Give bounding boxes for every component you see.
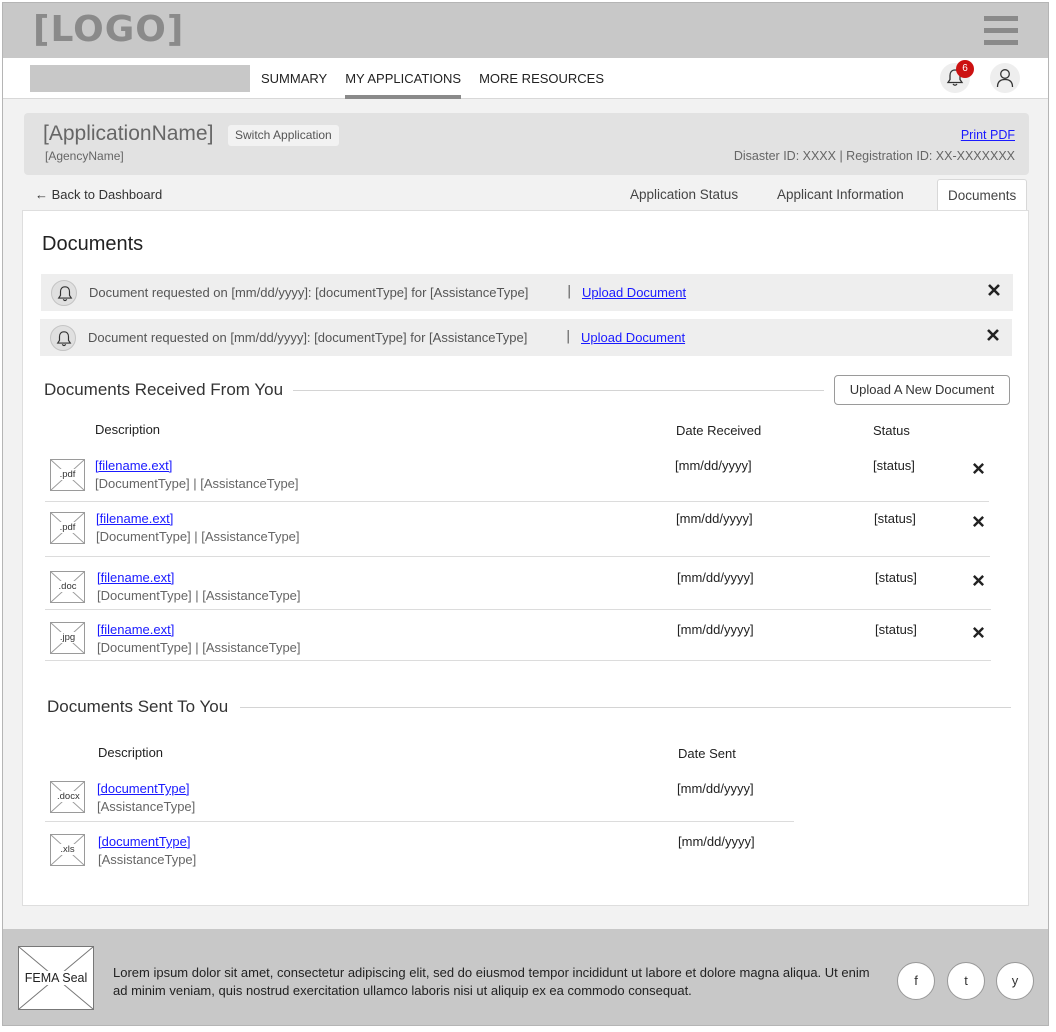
tab-applicant-information[interactable]: Applicant Information <box>777 187 904 202</box>
application-header: [ApplicationName] Switch Application [Ag… <box>24 113 1029 175</box>
delete-icon[interactable] <box>972 624 985 643</box>
filename-link[interactable]: [filename.ext] <box>97 622 174 637</box>
document-row: .pdf [filename.ext] [DocumentType] | [As… <box>45 510 990 557</box>
top-bar: [LOGO] <box>3 3 1048 58</box>
column-header-description: Description <box>98 745 164 760</box>
seal-label: FEMA Seal <box>23 971 89 985</box>
bell-icon <box>51 280 77 306</box>
page-title: Documents <box>42 233 144 255</box>
document-request-alert: Document requested on [mm/dd/yyyy]: [doc… <box>40 319 1012 356</box>
user-icon <box>996 69 1014 88</box>
date-received: [mm/dd/yyyy] <box>675 458 752 473</box>
search-placeholder[interactable] <box>30 65 250 92</box>
close-icon[interactable] <box>987 282 1001 301</box>
alert-message: Document requested on [mm/dd/yyyy]: [doc… <box>88 330 528 345</box>
page-frame: [LOGO] SUMMARY MY APPLICATIONS MORE RESO… <box>2 2 1049 1026</box>
user-account-button[interactable] <box>990 63 1020 93</box>
file-thumbnail-icon: .xls <box>50 834 85 866</box>
section-divider <box>293 390 824 391</box>
filename-link[interactable]: [filename.ext] <box>96 511 173 526</box>
received-section-title: Documents Received From You <box>44 380 284 399</box>
notification-count-badge: 6 <box>956 60 974 78</box>
date-received: [mm/dd/yyyy] <box>676 511 753 526</box>
document-row: .doc [filename.ext] [DocumentType] | [As… <box>45 569 991 610</box>
column-header-date-sent: Date Sent <box>678 746 736 761</box>
file-extension: .jpg <box>57 632 78 643</box>
disaster-registration-ids: Disaster ID: XXXX | Registration ID: XX-… <box>733 149 1015 163</box>
file-thumbnail-icon: .jpg <box>50 622 85 654</box>
date-sent: [mm/dd/yyyy] <box>677 781 754 796</box>
document-row: .jpg [filename.ext] [DocumentType] | [As… <box>45 621 991 661</box>
delete-icon[interactable] <box>972 460 985 479</box>
tab-application-status[interactable]: Application Status <box>630 187 738 202</box>
document-row: .pdf [filename.ext] [DocumentType] | [As… <box>45 457 989 502</box>
switch-application-button[interactable]: Switch Application <box>228 125 339 146</box>
nav-summary[interactable]: SUMMARY <box>261 58 336 99</box>
upload-document-link[interactable]: Upload Document <box>582 285 686 300</box>
file-extension: .xls <box>57 844 78 855</box>
date-received: [mm/dd/yyyy] <box>677 622 754 637</box>
document-row: .xls [documentType] [AssistanceType] [mm… <box>45 833 794 875</box>
twitter-link[interactable]: t <box>947 962 985 1000</box>
document-type-link[interactable]: [documentType] <box>97 781 190 796</box>
assistance-type: [AssistanceType] <box>97 799 196 814</box>
document-meta: [DocumentType] | [AssistanceType] <box>97 640 301 655</box>
upload-document-link[interactable]: Upload Document <box>581 330 685 345</box>
assistance-type: [AssistanceType] <box>98 852 197 867</box>
column-header-date-received: Date Received <box>676 423 762 438</box>
alert-message: Document requested on [mm/dd/yyyy]: [doc… <box>89 285 529 300</box>
file-extension: .pdf <box>57 522 78 533</box>
footer: FEMA Seal Lorem ipsum dolor sit amet, co… <box>3 929 1048 1025</box>
back-to-dashboard-link[interactable]: ← Back to Dashboard <box>35 187 162 202</box>
file-thumbnail-icon: .doc <box>50 571 85 603</box>
date-sent: [mm/dd/yyyy] <box>678 834 755 849</box>
agency-name: [AgencyName] <box>45 149 124 163</box>
document-status: [status] <box>874 511 916 526</box>
document-request-alert: Document requested on [mm/dd/yyyy]: [doc… <box>41 274 1013 311</box>
date-received: [mm/dd/yyyy] <box>677 570 754 585</box>
nav-more-resources[interactable]: MORE RESOURCES <box>470 58 613 99</box>
filename-link[interactable]: [filename.ext] <box>97 570 174 585</box>
fema-seal-image: FEMA Seal <box>18 946 94 1010</box>
documents-panel: Documents Document requested on [mm/dd/y… <box>22 210 1029 906</box>
main-nav: SUMMARY MY APPLICATIONS MORE RESOURCES <box>261 58 613 99</box>
file-thumbnail-icon: .pdf <box>50 512 85 544</box>
document-meta: [DocumentType] | [AssistanceType] <box>97 588 301 603</box>
tab-documents[interactable]: Documents <box>937 179 1028 213</box>
hamburger-icon[interactable] <box>984 16 1018 46</box>
file-extension: .pdf <box>57 469 78 480</box>
logo: [LOGO] <box>33 9 185 50</box>
footer-text: Lorem ipsum dolor sit amet, consectetur … <box>113 965 870 998</box>
delete-icon[interactable] <box>972 513 985 532</box>
upload-new-document-button[interactable]: Upload A New Document <box>834 375 1010 405</box>
file-extension: .docx <box>57 791 80 802</box>
document-row: .docx [documentType] [AssistanceType] [m… <box>45 780 794 822</box>
youtube-link[interactable]: y <box>996 962 1034 1000</box>
alert-separator: | <box>566 329 571 344</box>
bell-icon <box>50 325 76 351</box>
nav-my-applications[interactable]: MY APPLICATIONS <box>336 58 470 99</box>
sent-section-title: Documents Sent To You <box>47 697 229 716</box>
nav-bar: SUMMARY MY APPLICATIONS MORE RESOURCES 6 <box>3 58 1048 99</box>
column-header-status: Status <box>873 423 910 438</box>
notifications-button[interactable]: 6 <box>940 60 974 93</box>
document-type-link[interactable]: [documentType] <box>98 834 191 849</box>
delete-icon[interactable] <box>972 572 985 591</box>
document-status: [status] <box>875 622 917 637</box>
filename-link[interactable]: [filename.ext] <box>95 458 172 473</box>
file-thumbnail-icon: .docx <box>50 781 85 813</box>
section-divider <box>240 707 1011 708</box>
document-meta: [DocumentType] | [AssistanceType] <box>96 529 300 544</box>
close-icon[interactable] <box>986 327 1000 346</box>
alert-separator: | <box>567 284 572 299</box>
document-status: [status] <box>873 458 915 473</box>
facebook-link[interactable]: f <box>897 962 935 1000</box>
file-thumbnail-icon: .pdf <box>50 459 85 491</box>
column-header-description: Description <box>95 422 161 437</box>
file-extension: .doc <box>57 581 78 592</box>
print-pdf-link[interactable]: Print PDF <box>961 128 1015 142</box>
document-meta: [DocumentType] | [AssistanceType] <box>95 476 299 491</box>
application-name: [ApplicationName] <box>43 122 214 145</box>
document-status: [status] <box>875 570 917 585</box>
